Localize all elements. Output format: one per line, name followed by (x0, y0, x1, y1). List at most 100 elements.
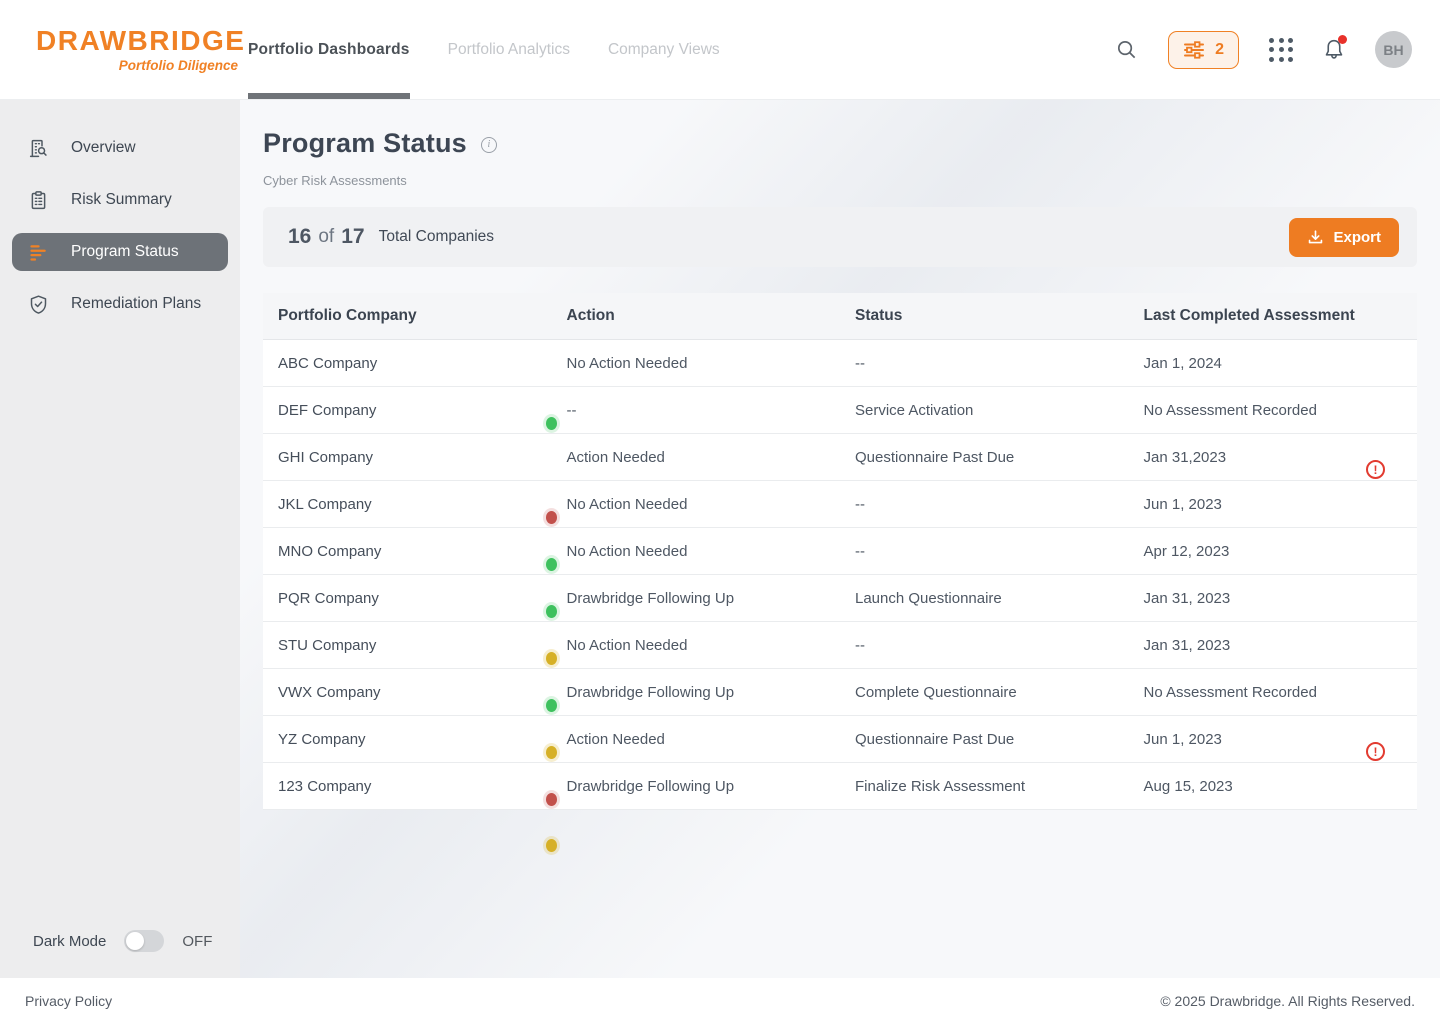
search-icon[interactable] (1115, 38, 1138, 61)
cell-portfolio-company: GHI Company (263, 449, 552, 466)
table-row[interactable]: YZ Company Action Needed Questionnaire P… (263, 716, 1417, 763)
cell-action: Action Needed (552, 731, 841, 748)
app-window: DRAWBRIDGE Portfolio Diligence Portfolio… (0, 0, 1440, 1024)
apps-grid-icon[interactable] (1269, 38, 1293, 62)
bars-chart-icon (28, 242, 49, 263)
table-row[interactable]: PQR Company Drawbridge Following Up Laun… (263, 575, 1417, 622)
cell-last-completed: Aug 15, 2023 (1129, 778, 1418, 795)
tab-label: Portfolio Dashboards (248, 41, 410, 59)
table-row[interactable]: MNO Company No Action Needed -- Apr 12, … (263, 528, 1417, 575)
active-tab-underline (248, 93, 410, 99)
col-header-last-completed[interactable]: Last Completed Assessment (1129, 307, 1418, 325)
cell-status: -- (840, 355, 1129, 372)
brand-tagline: Portfolio Diligence (119, 58, 238, 73)
sidebar-item-program-status[interactable]: Program Status (12, 233, 228, 271)
cell-status: Launch Questionnaire (840, 590, 1129, 607)
dark-mode-label: Dark Mode (33, 933, 106, 950)
dark-mode-toggle[interactable] (124, 930, 164, 952)
main-content: Program Status i Cyber Risk Assessments … (240, 100, 1440, 978)
cell-status: Service Activation (840, 402, 1129, 419)
sidebar-item-label: Risk Summary (71, 191, 172, 209)
table-body: ABC Company No Action Needed -- Jan 1, 2… (263, 340, 1417, 810)
companies-count: 16 (288, 225, 311, 249)
status-dot (546, 605, 557, 618)
user-avatar[interactable]: BH (1375, 31, 1412, 68)
header-actions: 2 BH (1115, 31, 1440, 69)
table-row[interactable]: ABC Company No Action Needed -- Jan 1, 2… (263, 340, 1417, 387)
filter-button[interactable]: 2 (1168, 31, 1239, 69)
alert-warning-icon[interactable]: ! (1366, 460, 1385, 479)
cell-portfolio-company: YZ Company (263, 731, 552, 748)
sidebar-item-label: Remediation Plans (71, 295, 201, 313)
notifications-bell-icon[interactable] (1323, 38, 1345, 61)
cell-last-completed: No Assessment Recorded (1129, 684, 1418, 701)
col-header-action[interactable]: Action (552, 307, 841, 325)
table-header-row: Portfolio Company Action Status Last Com… (263, 293, 1417, 340)
filter-count-badge: 2 (1215, 41, 1224, 59)
privacy-policy-link[interactable]: Privacy Policy (25, 993, 112, 1009)
sidebar-item-overview[interactable]: Overview (12, 129, 228, 167)
building-search-icon (28, 138, 49, 159)
notification-dot (1338, 35, 1347, 44)
cell-last-completed: Apr 12, 2023 (1129, 543, 1418, 560)
filter-sliders-icon (1183, 41, 1205, 59)
cell-action: No Action Needed (552, 637, 841, 654)
footer: Privacy Policy © 2025 Drawbridge. All Ri… (0, 978, 1440, 1024)
top-header: DRAWBRIDGE Portfolio Diligence Portfolio… (0, 0, 1440, 100)
status-dot (546, 793, 557, 806)
sidebar: Overview Risk Summary Pr (0, 100, 240, 978)
table-row[interactable]: VWX Company Drawbridge Following Up Comp… (263, 669, 1417, 716)
tab-portfolio-dashboards[interactable]: Portfolio Dashboards (248, 0, 410, 99)
of-label: of (318, 226, 334, 248)
cell-action: Drawbridge Following Up (552, 778, 841, 795)
cell-status: Questionnaire Past Due (840, 449, 1129, 466)
page-subtitle: Cyber Risk Assessments (263, 173, 1417, 188)
export-label: Export (1333, 229, 1381, 246)
table-row[interactable]: GHI Company Action Needed Questionnaire … (263, 434, 1417, 481)
cell-last-completed: Jan 31, 2023 (1129, 637, 1418, 654)
avatar-initials: BH (1383, 42, 1403, 58)
dark-mode-state: OFF (182, 933, 212, 950)
status-dot (546, 839, 557, 852)
sidebar-item-label: Overview (71, 139, 136, 157)
cell-last-completed: No Assessment Recorded (1129, 402, 1418, 419)
table-row[interactable]: DEF Company -- Service Activation No Ass… (263, 387, 1417, 434)
cell-last-completed: Jun 1, 2023 (1129, 496, 1418, 513)
cell-portfolio-company: JKL Company (263, 496, 552, 513)
tab-company-views[interactable]: Company Views (608, 0, 720, 99)
cell-status: -- (840, 637, 1129, 654)
col-header-portfolio-company[interactable]: Portfolio Company (263, 307, 552, 325)
toggle-knob (126, 932, 144, 950)
cell-portfolio-company: ABC Company (263, 355, 552, 372)
copyright-text: © 2025 Drawbridge. All Rights Reserved. (1160, 993, 1415, 1009)
sidebar-item-risk-summary[interactable]: Risk Summary (12, 181, 228, 219)
info-icon[interactable]: i (481, 137, 497, 153)
cell-last-completed: Jan 1, 2024 (1129, 355, 1418, 372)
cell-status: -- (840, 496, 1129, 513)
page-title: Program Status (263, 128, 467, 159)
brand-logo[interactable]: DRAWBRIDGE Portfolio Diligence (0, 26, 240, 73)
col-header-status[interactable]: Status (840, 307, 1129, 325)
alert-warning-icon[interactable]: ! (1366, 742, 1385, 761)
status-dot (546, 746, 557, 759)
cell-action: No Action Needed (552, 543, 841, 560)
cell-portfolio-company: MNO Company (263, 543, 552, 560)
tab-label: Company Views (608, 41, 720, 59)
table-row[interactable]: 123 Company Drawbridge Following Up Fina… (263, 763, 1417, 810)
cell-portfolio-company: STU Company (263, 637, 552, 654)
table-row[interactable]: STU Company No Action Needed -- Jan 31, … (263, 622, 1417, 669)
cell-status: Questionnaire Past Due (840, 731, 1129, 748)
tab-portfolio-analytics[interactable]: Portfolio Analytics (448, 0, 570, 99)
table-row[interactable]: JKL Company No Action Needed -- Jun 1, 2… (263, 481, 1417, 528)
sidebar-item-remediation-plans[interactable]: Remediation Plans (12, 285, 228, 323)
cell-action: Drawbridge Following Up (552, 684, 841, 701)
cell-action: Action Needed (552, 449, 841, 466)
status-dot (546, 558, 557, 571)
total-companies-label: Total Companies (379, 228, 494, 246)
cell-portfolio-company: 123 Company (263, 778, 552, 795)
status-dot (546, 652, 557, 665)
cell-portfolio-company: VWX Company (263, 684, 552, 701)
export-button[interactable]: Export (1289, 218, 1399, 257)
sidebar-item-label: Program Status (71, 243, 179, 261)
cell-status: Complete Questionnaire (840, 684, 1129, 701)
